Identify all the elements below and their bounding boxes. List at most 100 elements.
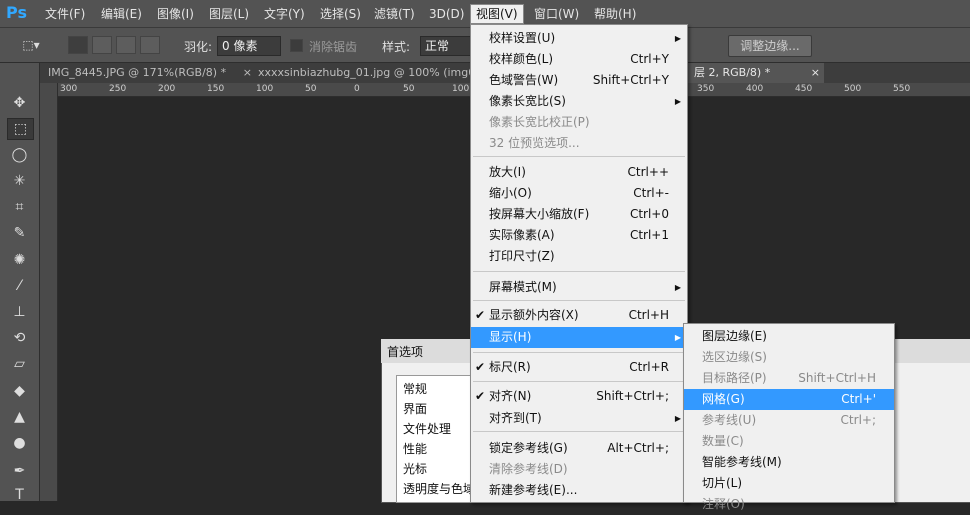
menu-item-label: 放大(I) xyxy=(489,165,526,179)
dialog-title: 首选项 xyxy=(387,345,424,359)
view-menu-dropdown: 校样设置(U) ▶ 校样颜色(L) Ctrl+Y 色域警告(W) Shift+Ctrl+Y… xyxy=(470,24,688,503)
magic-wand-tool-icon[interactable]: ✳ xyxy=(7,171,32,191)
menu-item[interactable]: 色域警告(W) Shift+Ctrl+Y xyxy=(471,70,687,91)
ruler-tick-label: 50 xyxy=(305,84,317,94)
ruler-tick-label: 150 xyxy=(207,84,225,94)
crop-tool-icon[interactable]: ⌗ xyxy=(7,197,32,217)
menu-item[interactable]: 切片(L) xyxy=(684,473,894,494)
menu-item[interactable]: ✔ 对齐(N) Shift+Ctrl+; xyxy=(471,386,687,407)
menu-item-label: 网格(G) xyxy=(702,392,745,406)
eyedropper-tool-icon[interactable]: ✎ xyxy=(7,223,32,243)
menu-edit[interactable]: 编辑(E) xyxy=(96,5,147,23)
menu-item-label: 像素长宽比(S) xyxy=(489,94,566,108)
menu-item[interactable]: 像素长宽比(S) ▶ xyxy=(471,91,687,112)
list-item[interactable]: 光标 xyxy=(403,460,427,477)
antialias-checkbox[interactable] xyxy=(290,39,303,52)
menu-item[interactable]: 放大(I) Ctrl++ xyxy=(471,162,687,183)
menu-item[interactable]: 打印尺寸(Z) xyxy=(471,246,687,267)
menu-item-label: 目标路径(P) xyxy=(702,371,767,385)
pen-tool-icon[interactable]: ✒ xyxy=(7,461,32,481)
style-select[interactable]: 正常 xyxy=(420,36,476,56)
tab-label: xxxxsinbiazhubg_01.jpg @ 100% (img0 xyxy=(258,66,476,79)
paint-bucket-tool-icon[interactable]: ◆ xyxy=(7,381,32,401)
history-brush-tool-icon[interactable]: ⟲ xyxy=(7,328,32,348)
menu-3d[interactable]: 3D(D) xyxy=(424,5,469,23)
menu-item[interactable]: 智能参考线(M) xyxy=(684,452,894,473)
add-selection-icon[interactable] xyxy=(92,36,112,54)
menu-item-label: 智能参考线(M) xyxy=(702,455,782,469)
menu-layer[interactable]: 图层(L) xyxy=(204,5,254,23)
menu-image[interactable]: 图像(I) xyxy=(152,5,199,23)
brush-tool-icon[interactable]: ⁄ xyxy=(7,276,32,296)
menu-item[interactable]: 校样设置(U) ▶ xyxy=(471,28,687,49)
subtract-selection-icon[interactable] xyxy=(116,36,136,54)
menu-file[interactable]: 文件(F) xyxy=(40,5,90,23)
blur-tool-icon[interactable]: ▲ xyxy=(7,407,32,427)
menu-item[interactable]: 锁定参考线(G) Alt+Ctrl+; xyxy=(471,438,687,459)
list-item[interactable]: 文件处理 xyxy=(403,420,451,437)
menu-item-label: 标尺(R) xyxy=(489,360,531,374)
list-item[interactable]: 透明度与色域 xyxy=(403,480,475,497)
dodge-tool-icon[interactable]: ● xyxy=(7,433,32,453)
menu-item: 注释(O) xyxy=(684,494,894,515)
list-item[interactable]: 性能 xyxy=(403,440,427,457)
menu-item-label: 对齐(N) xyxy=(489,389,532,403)
healing-brush-tool-icon[interactable]: ✺ xyxy=(7,250,32,270)
menu-item[interactable]: 网格(G) Ctrl+' xyxy=(684,389,894,410)
menu-item: 数量(C) xyxy=(684,431,894,452)
menu-item-shortcut: Ctrl+; xyxy=(840,413,876,427)
menu-window[interactable]: 窗口(W) xyxy=(529,5,584,23)
menu-item[interactable]: 图层边缘(E) xyxy=(684,326,894,347)
new-selection-icon[interactable] xyxy=(68,36,88,54)
tab-doc-2[interactable]: xxxxsinbiazhubg_01.jpg @ 100% (img0 xyxy=(250,63,478,83)
menu-item[interactable]: 对齐到(T) ▶ xyxy=(471,408,687,429)
menu-filter[interactable]: 滤镜(T) xyxy=(369,5,420,23)
menu-item-label: 对齐到(T) xyxy=(489,411,542,425)
menu-item-label: 清除参考线(D) xyxy=(489,462,568,476)
ruler-tick-label: 100 xyxy=(452,84,470,94)
tab-close-icon[interactable]: × xyxy=(811,63,820,83)
menu-item[interactable]: 校样颜色(L) Ctrl+Y xyxy=(471,49,687,70)
marquee-tool-preset-icon[interactable]: ⬚▾ xyxy=(20,36,42,54)
menu-item-label: 显示(H) xyxy=(489,330,532,344)
menu-item-label: 按屏幕大小缩放(F) xyxy=(489,207,590,221)
eraser-tool-icon[interactable]: ▱ xyxy=(7,354,32,374)
menu-view[interactable]: 视图(V) xyxy=(470,4,524,24)
menu-item-label: 参考线(U) xyxy=(702,413,757,427)
show-submenu: 图层边缘(E) 选区边缘(S) 目标路径(P) Shift+Ctrl+H 网格(G) Ct… xyxy=(683,323,895,511)
lasso-tool-icon[interactable]: ◯ xyxy=(7,145,32,165)
submenu-arrow-icon: ▶ xyxy=(674,414,681,423)
list-item[interactable]: 界面 xyxy=(403,400,427,417)
menu-item[interactable]: 实际像素(A) Ctrl+1 xyxy=(471,225,687,246)
menu-select[interactable]: 选择(S) xyxy=(315,5,366,23)
ruler-tick-label: 200 xyxy=(158,84,176,94)
feather-input[interactable]: 0 像素 xyxy=(217,36,281,56)
menu-item-label: 打印尺寸(Z) xyxy=(489,249,555,263)
list-item[interactable]: 常规 xyxy=(403,380,427,397)
type-tool-icon[interactable]: T xyxy=(7,485,32,505)
tab-doc-3[interactable]: 层 2, RGB/8) * × xyxy=(686,63,824,83)
menu-item-label: 实际像素(A) xyxy=(489,228,555,242)
menu-item-shortcut: Ctrl+' xyxy=(841,392,876,406)
intersect-selection-icon[interactable] xyxy=(140,36,160,54)
tab-doc-1[interactable]: IMG_8445.JPG @ 171%(RGB/8) * × xyxy=(40,63,256,83)
menu-item[interactable]: 屏幕模式(M) ▶ xyxy=(471,277,687,298)
tab-label: IMG_8445.JPG @ 171%(RGB/8) * xyxy=(48,66,227,79)
menu-item[interactable]: 缩小(O) Ctrl+- xyxy=(471,183,687,204)
menu-item[interactable]: 新建参考线(E)... xyxy=(471,480,687,501)
feather-label: 羽化: xyxy=(184,40,213,54)
menu-item[interactable]: 按屏幕大小缩放(F) Ctrl+0 xyxy=(471,204,687,225)
menu-item: 选区边缘(S) xyxy=(684,347,894,368)
menu-item[interactable]: ✔ 显示额外内容(X) Ctrl+H xyxy=(471,305,687,326)
refine-edge-button[interactable]: 调整边缘... xyxy=(728,35,812,57)
vertical-ruler[interactable] xyxy=(40,83,58,501)
menu-item[interactable]: ✔ 标尺(R) Ctrl+R xyxy=(471,357,687,378)
menu-item[interactable]: 显示(H) ▶ xyxy=(471,327,687,348)
move-tool-icon[interactable]: ✥ xyxy=(7,93,32,113)
menu-help[interactable]: 帮助(H) xyxy=(589,5,641,23)
submenu-arrow-icon: ▶ xyxy=(674,97,681,106)
clone-stamp-tool-icon[interactable]: ⊥ xyxy=(7,302,32,322)
menu-type[interactable]: 文字(Y) xyxy=(259,5,310,23)
marquee-tool-icon[interactable]: ⬚ xyxy=(7,118,34,140)
tools-panel: ✥ ⬚ ◯ ✳ ⌗ ✎ ✺ ⁄ ⊥ ⟲ ▱ ◆ ▲ ● ✒ T xyxy=(0,63,40,503)
